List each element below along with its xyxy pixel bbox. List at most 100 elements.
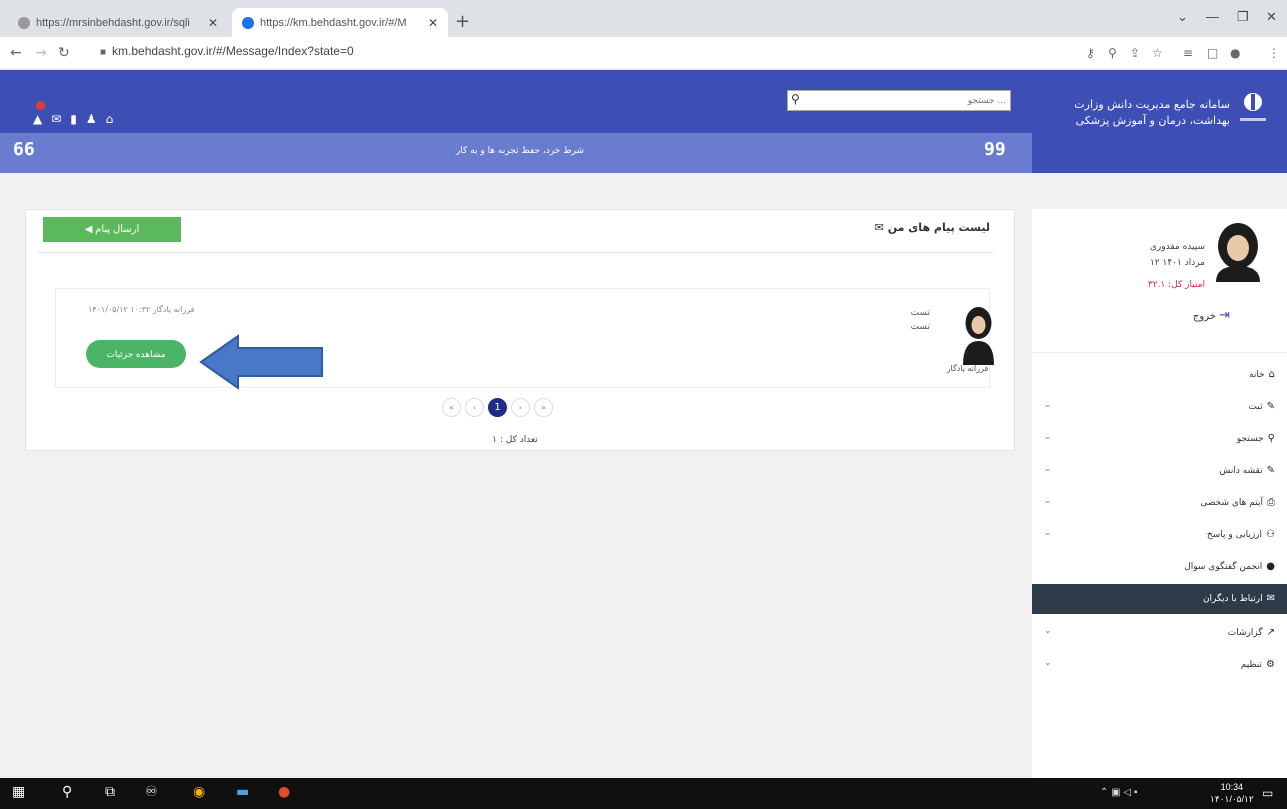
file-explorer-icon[interactable]: ▬ xyxy=(236,784,249,800)
system-tray[interactable]: ⌃ ▣ ◁ ▪ xyxy=(1100,787,1137,798)
chevron-down-icon[interactable]: ⌄ xyxy=(1044,626,1052,636)
close-tab-icon[interactable]: ✕ xyxy=(208,16,218,30)
back-icon[interactable]: ← xyxy=(10,45,22,61)
sidebar-item-label-wrap: آیتم های شخصی ⎙ xyxy=(1200,497,1275,508)
page-next-button[interactable]: › xyxy=(511,398,530,417)
sidebar-item-label-wrap: ارتباط با دیگران ✉ xyxy=(1203,593,1275,604)
bookmark-icon[interactable]: ▮ xyxy=(70,112,77,126)
bell-icon[interactable]: ▲ xyxy=(33,112,42,126)
browser-tab-1[interactable]: https://mrsinbehdasht.gov.ir/sqli ✕ xyxy=(8,8,228,37)
divider xyxy=(38,252,993,253)
zoom-icon[interactable]: ⚲ xyxy=(1108,46,1117,60)
menu-icon[interactable]: ⋮ xyxy=(1268,46,1280,60)
sidebar-item-icon: ✎ xyxy=(1266,465,1275,476)
forward-icon[interactable]: → xyxy=(35,45,47,61)
send-message-button[interactable]: ◀ ارسال پیام xyxy=(43,217,181,242)
close-window-button[interactable]: ✕ xyxy=(1266,9,1277,25)
app-icon[interactable]: ● xyxy=(278,784,290,800)
sidebar-item-label-wrap: ارزیابی و پاسخ ⚇ xyxy=(1207,529,1275,540)
sidebar-item-label: نقشه دانش xyxy=(1219,466,1263,476)
view-details-button[interactable]: مشاهده جزئیات xyxy=(86,340,186,368)
sidebar-item[interactable]: ارتباط با دیگران ✉ xyxy=(1032,584,1287,614)
address-bar[interactable]: ■ km.behdasht.gov.ir/#/Message/Index?stat… xyxy=(100,44,354,58)
user-credit: امتیاز کل: ۳۲.۱ xyxy=(1147,280,1205,290)
app-icon[interactable]: ♾ xyxy=(145,784,158,800)
reading-list-icon[interactable]: ≡ xyxy=(1183,46,1193,60)
profile-icon[interactable]: ● xyxy=(1230,46,1240,60)
sidebar-item-label-wrap: انجمن گفتگوی سوال ● xyxy=(1184,561,1275,572)
minimize-button[interactable]: — xyxy=(1206,9,1219,24)
notifications-icon[interactable]: ▭ xyxy=(1262,786,1273,800)
tab-title-2: https://km.behdasht.gov.ir/#/M xyxy=(260,16,407,29)
sidebar-item[interactable]: ارزیابی و پاسخ ⚇ ⌄ xyxy=(1032,520,1287,550)
message-subject: تست xyxy=(910,308,930,318)
divider xyxy=(1032,352,1287,353)
sidebar-item-label-wrap: گزارشات ↗ xyxy=(1228,627,1275,638)
sidebar-item[interactable]: ثبت ✎ ⌄ xyxy=(1032,392,1287,422)
key-icon[interactable]: ⚷ xyxy=(1086,46,1095,60)
close-tab-icon[interactable]: ✕ xyxy=(428,16,438,30)
windows-taskbar: ▦ ⚲ ⧉ ♾ ◉ ▬ ● ⌃ ▣ ◁ ▪ 10:34 ۱۴۰۱/۰۵/۱۲ ▭ xyxy=(0,778,1287,809)
task-view-icon[interactable]: ⧉ xyxy=(105,784,115,800)
home-icon[interactable]: ⌂ xyxy=(106,112,114,126)
sidepanel-icon[interactable]: □ xyxy=(1207,46,1218,60)
chevron-down-icon[interactable]: ⌄ xyxy=(1044,464,1052,474)
search-input[interactable] xyxy=(808,93,1006,108)
chrome-icon[interactable]: ◉ xyxy=(193,784,205,800)
browser-tab-strip: https://mrsinbehdasht.gov.ir/sqli ✕ http… xyxy=(0,0,1287,37)
sidebar-item[interactable]: خانه ⌂ xyxy=(1032,360,1287,390)
sidebar-item[interactable]: جستجو ⚲ ⌄ xyxy=(1032,424,1287,454)
clock[interactable]: 10:34 ۱۴۰۱/۰۵/۱۲ xyxy=(1210,781,1254,805)
total-count: تعداد کل : ۱ xyxy=(492,435,538,445)
sidebar-item-icon: ⚲ xyxy=(1267,433,1275,444)
sidebar-item[interactable]: گزارشات ↗ ⌄ xyxy=(1032,618,1287,648)
sidebar-item-label-wrap: جستجو ⚲ xyxy=(1237,433,1275,444)
user-date: ۱۲ مرداد ۱۴۰۱ xyxy=(1149,258,1205,268)
chevron-down-icon[interactable]: ⌄ xyxy=(1044,658,1052,668)
chevron-down-icon[interactable]: ⌄ xyxy=(1044,432,1052,442)
sidebar-item-label: انجمن گفتگوی سوال xyxy=(1184,562,1263,572)
clock-date: ۱۴۰۱/۰۵/۱۲ xyxy=(1210,794,1254,804)
sidebar-item-label: جستجو xyxy=(1236,434,1264,444)
logout-icon: ⇥ xyxy=(1219,308,1230,323)
browser-toolbar: ← → ↻ ■ km.behdasht.gov.ir/#/Message/Inde… xyxy=(0,37,1287,70)
sidebar-item-icon: ⚙ xyxy=(1266,659,1275,670)
logout-button[interactable]: خروج ⇥ xyxy=(1180,308,1230,323)
header-number-right: 99 xyxy=(984,139,1006,160)
message-card xyxy=(55,288,990,388)
page-first-button[interactable]: « xyxy=(442,398,461,417)
sidebar-item[interactable]: تنظیم ⚙ ⌄ xyxy=(1032,650,1287,680)
chevron-down-icon[interactable]: ⌄ xyxy=(1044,496,1052,506)
header-number-left: 66 xyxy=(13,139,35,160)
sidebar-item[interactable]: نقشه دانش ✎ ⌄ xyxy=(1032,456,1287,486)
page-last-button[interactable]: » xyxy=(534,398,553,417)
site-title-line2: بهداشت، درمان و آموزش پزشکی xyxy=(1075,114,1230,127)
page-1-button[interactable]: 1 xyxy=(488,398,507,417)
pointer-arrow-icon xyxy=(199,334,323,390)
sidebar-item-icon: ↗ xyxy=(1266,627,1275,638)
restore-button[interactable]: ❐ xyxy=(1237,9,1249,25)
search-icon[interactable]: ⚲ xyxy=(791,92,800,106)
clock-time: 10:34 xyxy=(1220,782,1244,792)
reload-icon[interactable]: ↻ xyxy=(58,45,70,61)
site-title-line1: سامانه جامع مدیریت دانش وزارت xyxy=(1074,98,1230,111)
windows-start-icon[interactable]: ▦ xyxy=(12,784,25,800)
page-prev-button[interactable]: ‹ xyxy=(465,398,484,417)
sidebar-item[interactable]: آیتم های شخصی ⎙ ⌄ xyxy=(1032,488,1287,518)
site-title: سامانه جامع مدیریت دانش وزارت بهداشت، در… xyxy=(1040,97,1230,129)
browser-tab-2[interactable]: https://km.behdasht.gov.ir/#/M ✕ xyxy=(232,8,448,37)
taskbar-search-icon[interactable]: ⚲ xyxy=(62,784,72,800)
sidebar-item[interactable]: انجمن گفتگوی سوال ● xyxy=(1032,552,1287,582)
tab-search-icon[interactable]: ⌄ xyxy=(1177,9,1188,25)
sidebar-item-label: خانه xyxy=(1249,370,1265,380)
ministry-logo-icon[interactable] xyxy=(1236,88,1270,128)
chevron-down-icon[interactable]: ⌄ xyxy=(1044,400,1052,410)
bookmark-star-icon[interactable]: ☆ xyxy=(1152,46,1163,60)
user-icon[interactable]: ♟ xyxy=(86,112,97,126)
user-avatar xyxy=(1212,222,1264,282)
mail-icon[interactable]: ✉ xyxy=(51,112,61,126)
share-icon[interactable]: ⇪ xyxy=(1130,46,1140,60)
sidebar-item-label-wrap: ثبت ✎ xyxy=(1249,401,1275,412)
new-tab-button[interactable]: + xyxy=(455,11,470,32)
chevron-down-icon[interactable]: ⌄ xyxy=(1044,528,1052,538)
